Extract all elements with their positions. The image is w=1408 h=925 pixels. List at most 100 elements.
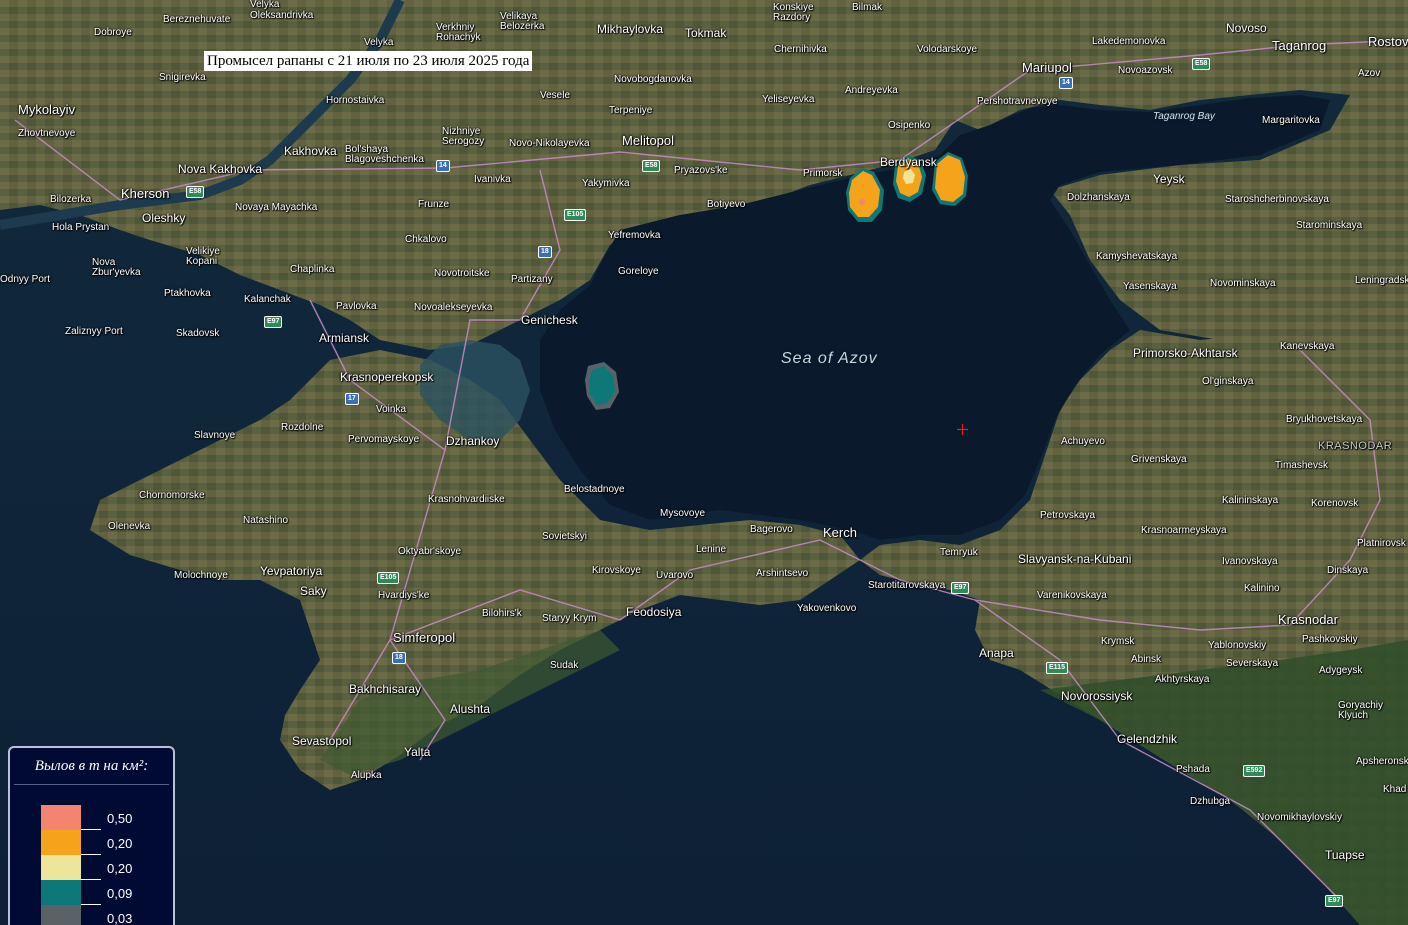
place-label: Mariupol [1022, 60, 1072, 75]
route-shield: E58 [642, 160, 661, 172]
place-label: Yablonovskiy [1208, 640, 1267, 651]
place-label: Khad [1383, 784, 1407, 795]
place-label: Pshada [1176, 764, 1210, 775]
place-label: Sovietskyi [542, 531, 588, 542]
place-label: Yeysk [1153, 172, 1185, 186]
place-label: Snigirevka [159, 72, 206, 83]
place-label: Chkalovo [405, 234, 447, 245]
place-label: Bakhchisaray [349, 682, 422, 696]
place-label: Novoazovsk [1118, 65, 1173, 76]
place-label: Chornomorske [139, 490, 205, 501]
place-label: Odnyy Port [0, 274, 51, 285]
place-label: Mikhaylovka [597, 22, 664, 36]
legend-swatch [41, 880, 81, 905]
place-label: Dobroye [94, 27, 132, 38]
place-label: Yakymivka [582, 178, 630, 189]
place-label: Kakhovka [284, 144, 337, 158]
place-label: Oktyabr'skoye [398, 546, 462, 557]
place-label: Konskiye Razdory [773, 2, 814, 23]
place-label: Yefremovka [608, 230, 661, 241]
place-label: Bol'shaya Blagoveshchenka [345, 144, 424, 165]
place-label: Partizany [511, 274, 553, 285]
place-label: Kamyshevatskaya [1096, 251, 1178, 262]
legend-row: 0,09 [41, 880, 171, 905]
place-label: Novoalekseyevka [414, 302, 493, 313]
place-label: Feodosiya [626, 605, 682, 619]
route-shield: E115 [1046, 662, 1068, 674]
legend-swatch [41, 805, 81, 830]
place-label: Pershotravnevoye [977, 96, 1058, 107]
place-label: Velyka [364, 37, 394, 48]
place-label: Goryachiy Klyuch [1338, 700, 1384, 721]
place-label: Verkhniy Rohachyk [436, 22, 481, 43]
route-shield: E58 [186, 186, 205, 198]
place-label: Alushta [450, 702, 491, 716]
legend-value: 0,03 [107, 911, 133, 925]
place-label: Velikaya Belozerka [500, 11, 545, 32]
label-krasnodar-region: KRASNODAR [1318, 440, 1393, 452]
route-shield: E97 [951, 582, 970, 594]
place-label: Ol'ginskaya [1202, 376, 1254, 387]
route-shield: E97 [264, 316, 283, 328]
place-label: Novominskaya [1210, 278, 1276, 289]
route-shield: E97 [1325, 895, 1344, 907]
route-shield: 17 [345, 393, 359, 405]
place-label: Saky [300, 584, 327, 598]
place-label: Botiyevo [707, 199, 746, 210]
place-label: Leningradskaya [1355, 275, 1408, 286]
place-label: Lenine [696, 544, 727, 555]
crosshair-icon [957, 424, 968, 435]
place-label: Apsheronsk [1356, 756, 1408, 767]
place-label: Novorossiysk [1061, 689, 1133, 703]
place-label: Temryuk [940, 547, 978, 558]
label-taganrog-bay: Taganrog Bay [1153, 111, 1215, 122]
place-label: Zhovtnevoye [18, 128, 76, 139]
place-label: Bilohirs'k [482, 608, 522, 619]
place-label: Ivanovskaya [1222, 556, 1278, 567]
place-label: Dinskaya [1327, 565, 1369, 576]
place-label: Achuyevo [1061, 436, 1105, 447]
place-label: Oleksandrivka [250, 10, 314, 21]
map-canvas[interactable]: Sea of Azov Taganrog Bay KRASNODAR Velyk… [0, 0, 1408, 925]
place-label: Berdyansk [880, 155, 937, 169]
place-label: Staroshcherbinovskaya [1225, 194, 1329, 205]
route-shield: E105 [564, 209, 587, 221]
place-label: Olenevka [108, 521, 151, 532]
legend-swatch [41, 855, 81, 880]
place-label: Korenovsk [1311, 498, 1359, 509]
place-label: Natashino [243, 515, 289, 526]
place-label: Krasnohvardiiske [428, 494, 505, 505]
legend-swatch [41, 905, 81, 925]
place-label: Slavyansk-na-Kubani [1018, 552, 1132, 566]
place-label: Genichesk [521, 313, 578, 327]
place-label: Bilmak [852, 2, 883, 13]
place-label: Kalanchak [244, 294, 291, 305]
place-label: Rozdolne [281, 422, 324, 433]
place-label: Kanevskaya [1280, 341, 1335, 352]
legend-value: 0,20 [107, 861, 133, 876]
place-label: Primorsko-Akhtarsk [1133, 346, 1238, 360]
place-label: Grivenskaya [1131, 454, 1187, 465]
route-shield: E58 [1192, 58, 1211, 70]
legend-title: Вылов в т на км²: [34, 758, 149, 774]
catch-area-berdyansk-3 [935, 155, 965, 202]
route-shield: E592 [1243, 765, 1266, 777]
place-label: Novotroitske [434, 268, 490, 279]
place-label: Oleshky [142, 211, 186, 225]
place-label: Bilozerka [50, 194, 92, 205]
place-label: Uvarovo [656, 570, 694, 581]
place-label: Chaplinka [290, 264, 335, 275]
place-label: Mykolayiv [18, 102, 76, 117]
place-label: Alupka [351, 770, 382, 781]
place-label: Terpeniye [609, 105, 653, 116]
place-label: Sevastopol [292, 734, 352, 748]
place-label: Novoso [1226, 21, 1267, 35]
place-label: Severskaya [1226, 658, 1279, 669]
place-label: Abinsk [1131, 654, 1162, 665]
place-label: Ptakhovka [164, 288, 211, 299]
legend-row: 0,03 [41, 905, 171, 925]
legend-value: 0,50 [107, 811, 133, 826]
place-label: Pervomayskoye [348, 434, 420, 445]
place-label: Mysovoye [660, 508, 706, 519]
place-label: Azov [1358, 68, 1381, 79]
